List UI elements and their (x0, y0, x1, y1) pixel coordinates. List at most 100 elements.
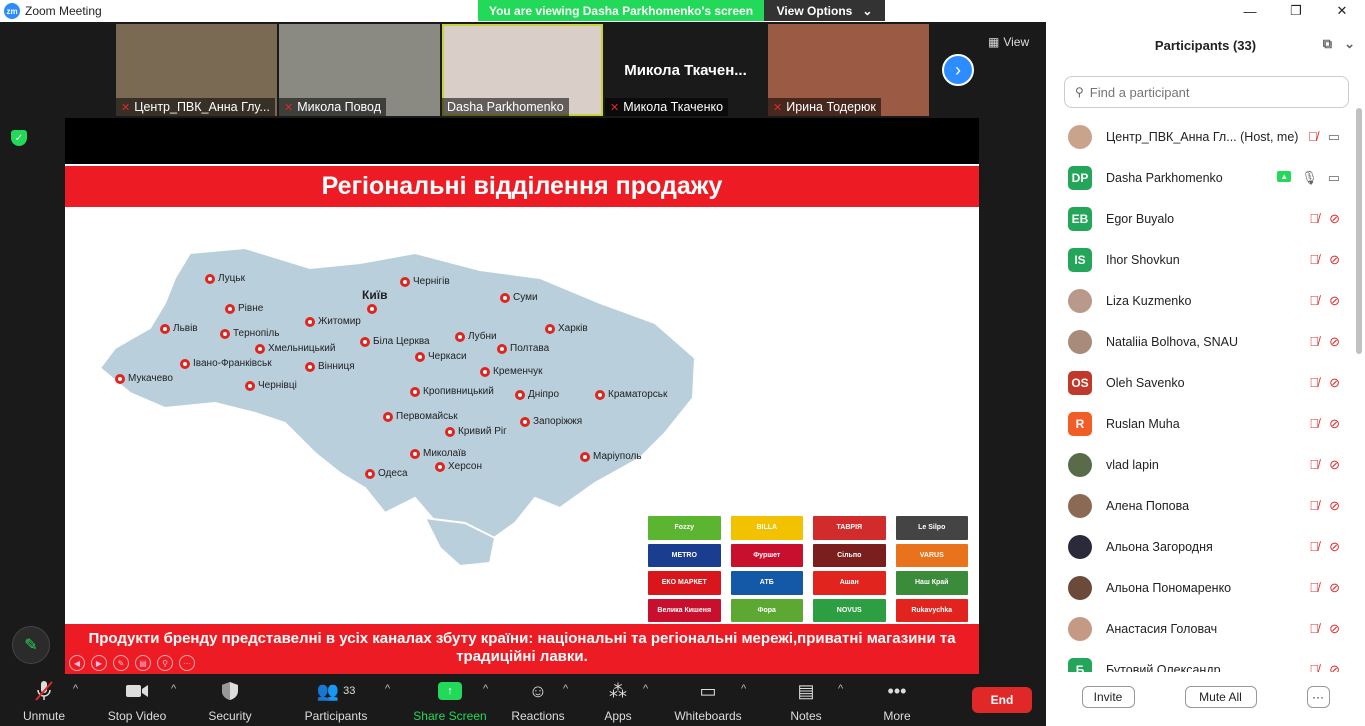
video-off-icon[interactable]: ⊘ (1329, 498, 1340, 514)
video-off-icon[interactable]: ⊘ (1329, 457, 1340, 473)
video-thumbnail[interactable]: ✕ Микола Повод (279, 24, 440, 116)
video-off-icon[interactable]: ⊘ (1329, 580, 1340, 596)
prev-slide-icon[interactable]: ◀ (69, 655, 85, 671)
mic-muted-icon[interactable]: 🎙̸ (1309, 375, 1319, 391)
stop-video-button[interactable]: Stop Video (97, 679, 177, 723)
video-thumbnail[interactable]: Dasha Parkhomenko (442, 24, 603, 116)
mic-muted-icon[interactable]: 🎙̸ (1309, 662, 1319, 673)
pen-tool-icon[interactable]: ✎ (113, 655, 129, 671)
participant-row[interactable]: Алена Попова 🎙̸ ⊘ (1046, 485, 1352, 526)
notes-options-caret[interactable]: ^ (838, 683, 843, 695)
video-camera-icon[interactable]: ▭ (1328, 129, 1340, 145)
next-slide-icon[interactable]: ▶ (91, 655, 107, 671)
mic-muted-icon[interactable]: 🎙̸ (1309, 498, 1319, 514)
view-options-button[interactable]: View Options ⌄ (764, 0, 885, 21)
location-pin-icon (245, 380, 255, 391)
view-button[interactable]: ▦ View (988, 35, 1029, 49)
whiteboards-options-caret[interactable]: ^ (741, 683, 746, 695)
participant-row[interactable]: R Ruslan Muha 🎙̸ ⊘ (1046, 403, 1352, 444)
apps-options-caret[interactable]: ^ (643, 683, 648, 695)
end-meeting-button[interactable]: End (972, 687, 1032, 713)
video-off-icon[interactable]: ⊘ (1329, 375, 1340, 391)
video-off-icon[interactable]: ⊘ (1329, 416, 1340, 432)
notes-button[interactable]: ▤ Notes (766, 679, 846, 724)
city-label: Рівне (238, 303, 264, 314)
participant-status-icons: 🎙̸ ⊘ (1309, 375, 1340, 391)
unmute-button[interactable]: Unmute (4, 679, 84, 723)
video-off-icon[interactable]: ⊘ (1329, 662, 1340, 673)
participant-row[interactable]: vlad lapin 🎙̸ ⊘ (1046, 444, 1352, 485)
mic-muted-icon: ✕ (610, 101, 620, 114)
city-marker: Мукачево (115, 373, 173, 384)
city-marker: Харків (545, 323, 588, 334)
video-thumbnail[interactable]: ✕ Ирина Тодерюк (768, 24, 929, 116)
share-options-caret[interactable]: ^ (483, 683, 488, 695)
participant-name-text: Ihor Shovkun (1106, 252, 1180, 267)
video-thumbnail[interactable]: ✕ Центр_ПВК_Анна Глу... (116, 24, 277, 116)
participant-status-icons: 🎙̸ ▭ (1308, 129, 1340, 145)
annotate-pen-button[interactable]: ✎ (12, 626, 50, 664)
more-label: More (883, 709, 911, 723)
slides-overview-icon[interactable]: ▤ (135, 655, 151, 671)
participant-row[interactable]: OS Oleh Savenko 🎙̸ ⊘ (1046, 362, 1352, 403)
next-page-button[interactable]: › (942, 54, 974, 86)
audio-options-caret[interactable]: ^ (73, 683, 78, 695)
video-options-caret[interactable]: ^ (171, 683, 176, 695)
city-marker: Львів (160, 323, 198, 334)
slide-more-icon[interactable]: ⋯ (179, 655, 195, 671)
video-off-icon[interactable]: ⊘ (1329, 252, 1340, 268)
participant-row[interactable]: Альона Пономаренко 🎙̸ ⊘ (1046, 567, 1352, 608)
avatar (1068, 288, 1092, 313)
participant-list-scrollbar[interactable] (1356, 108, 1362, 354)
city-marker: Кропивницький (410, 386, 494, 397)
video-off-icon[interactable]: ⊘ (1329, 621, 1340, 637)
participant-row[interactable]: Nataliia Bolhova, SNAU 🎙̸ ⊘ (1046, 321, 1352, 362)
share-screen-button[interactable]: ↑ Share Screen (410, 679, 490, 723)
pop-out-icon[interactable]: ⧉ (1323, 36, 1332, 52)
mic-muted-icon[interactable]: 🎙̸ (1309, 252, 1319, 268)
participant-row[interactable]: EB Egor Buyalo 🎙̸ ⊘ (1046, 198, 1352, 239)
city-marker: Рівне (225, 303, 263, 314)
mic-icon[interactable]: 🎙 (1301, 170, 1318, 186)
minimize-button[interactable]: — (1227, 0, 1273, 22)
participant-row[interactable]: Альона Загородня 🎙̸ ⊘ (1046, 526, 1352, 567)
reactions-options-caret[interactable]: ^ (563, 683, 568, 695)
video-off-icon[interactable]: ⊘ (1329, 539, 1340, 555)
mute-all-button[interactable]: Mute All (1184, 686, 1257, 708)
participant-row[interactable]: Б Бутовий Олександр 🎙̸ ⊘ (1046, 649, 1352, 672)
participant-row[interactable]: Liza Kuzmenko 🎙̸ ⊘ (1046, 280, 1352, 321)
search-input[interactable] (1089, 84, 1330, 100)
mic-muted-icon[interactable]: 🎙̸ (1309, 416, 1319, 432)
participant-row[interactable]: DP Dasha Parkhomenko ▲ 🎙 ▭ (1046, 157, 1352, 198)
mic-muted-icon[interactable]: 🎙̸ (1309, 580, 1319, 596)
participant-row[interactable]: Анастасия Головач 🎙̸ ⊘ (1046, 608, 1352, 649)
video-camera-icon[interactable]: ▭ (1328, 170, 1340, 186)
mic-muted-icon[interactable]: 🎙̸ (1309, 211, 1319, 227)
more-button[interactable]: ••• More (857, 679, 937, 724)
video-off-icon[interactable]: ⊘ (1329, 211, 1340, 227)
maximize-button[interactable]: ❐ (1273, 0, 1319, 22)
video-off-icon[interactable]: ⊘ (1329, 334, 1340, 350)
participant-row[interactable]: Центр_ПВК_Анна Гл... (Host, me) 🎙̸ ▭ (1046, 116, 1352, 157)
mic-muted-icon[interactable]: 🎙̸ (1309, 621, 1319, 637)
whiteboard-icon: ▭ (699, 680, 717, 701)
mic-muted-icon[interactable]: 🎙̸ (1309, 334, 1319, 350)
close-button[interactable]: ✕ (1319, 0, 1365, 22)
mic-muted-icon[interactable]: 🎙̸ (1309, 539, 1319, 555)
zoom-slide-icon[interactable]: ⚲ (157, 655, 173, 671)
mic-muted-icon[interactable]: 🎙̸ (1308, 129, 1318, 145)
participant-row[interactable]: IS Ihor Shovkun 🎙̸ ⊘ (1046, 239, 1352, 280)
video-off-icon[interactable]: ⊘ (1329, 293, 1340, 309)
encryption-shield-icon[interactable]: ✓ (11, 130, 27, 146)
video-thumbnail[interactable]: Микола Ткачен... ✕ Микола Ткаченко (605, 24, 766, 116)
participants-button[interactable]: 👥 33 Participants (296, 679, 376, 724)
security-button[interactable]: Security (190, 679, 270, 723)
panel-more-button[interactable]: ··· (1306, 686, 1330, 708)
participants-options-caret[interactable]: ^ (385, 683, 390, 695)
collapse-chevron-icon[interactable]: ⌄ (1344, 36, 1355, 52)
mic-muted-icon[interactable]: 🎙̸ (1309, 293, 1319, 309)
location-pin-icon (520, 416, 530, 427)
mic-muted-icon[interactable]: 🎙̸ (1309, 457, 1319, 473)
invite-button[interactable]: Invite (1081, 686, 1135, 708)
whiteboards-button[interactable]: ▭ Whiteboards (668, 679, 748, 724)
